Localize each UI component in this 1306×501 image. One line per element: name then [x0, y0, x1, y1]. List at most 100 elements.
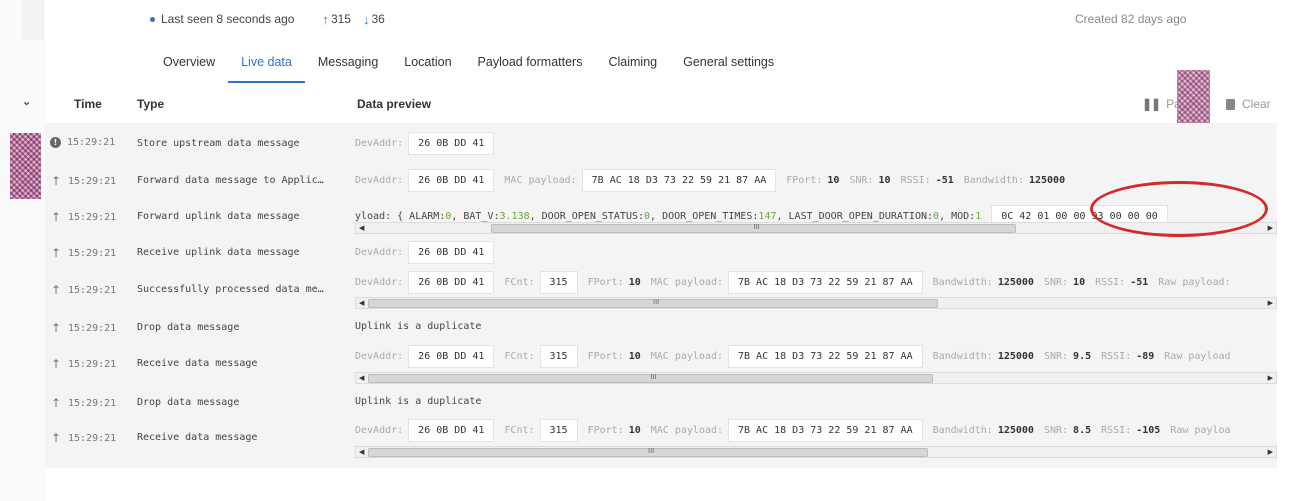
table-row[interactable]: ! 15:29:21 Store upstream data message D…	[45, 132, 1277, 158]
fcnt-value[interactable]: 315	[539, 419, 578, 442]
clear-button[interactable]: Clear	[1226, 97, 1271, 111]
table-row[interactable]: ↑ 15:29:21 Forward data message to Appli…	[45, 169, 1277, 195]
pause-icon: ❚❚	[1142, 97, 1161, 111]
scroll-left-icon[interactable]: ◀	[359, 224, 364, 232]
arrow-up-icon: ↑	[50, 321, 62, 335]
column-header-preview: Data preview	[357, 97, 432, 111]
row-type: Receive data message	[137, 432, 258, 443]
scroll-right-icon[interactable]: ▶	[1268, 448, 1273, 456]
row-type: Forward uplink data message	[137, 211, 300, 222]
mac-payload-value[interactable]: 7B AC 18 D3 73 22 59 21 87 AA	[728, 345, 923, 368]
mac-payload-value[interactable]: 7B AC 18 D3 73 22 59 21 87 AA	[728, 419, 923, 442]
row-type: Drop data message	[137, 322, 240, 333]
table-row[interactable]: ↑ 15:29:21 Receive uplink data message D…	[45, 241, 1277, 267]
scrollbar-thumb[interactable]: III	[368, 447, 928, 457]
row-time: ↑ 15:29:21	[50, 174, 117, 188]
devaddr-value[interactable]: 26 0B DD 41	[408, 169, 495, 192]
row-type: Store upstream data message	[137, 138, 300, 149]
uplink-count: 315	[330, 12, 351, 26]
row-time: ! 15:29:21	[50, 137, 115, 148]
horizontal-scrollbar[interactable]: ◀ III ▶	[355, 297, 1277, 309]
row-type: Receive uplink data message	[137, 247, 300, 258]
arrow-up-icon: ↑	[50, 246, 62, 260]
row-preview: Uplink is a duplicate	[355, 321, 491, 332]
device-status-bar: Last seen 8 seconds ago ↑ 315 ↓ 36	[150, 10, 385, 28]
grip-icon: III	[753, 223, 760, 231]
column-header-type: Type	[137, 97, 165, 111]
scrollbar-thumb[interactable]: III	[368, 373, 933, 383]
row-time: ↑ 15:29:21	[50, 321, 117, 335]
trash-icon	[1226, 98, 1235, 110]
devaddr-value[interactable]: 26 0B DD 41	[408, 345, 495, 368]
downlink-counter: ↓ 36	[363, 12, 385, 27]
row-type: Forward data message to Applic…	[137, 175, 324, 186]
row-time: ↑ 15:29:21	[50, 357, 117, 371]
devaddr-value[interactable]: 26 0B DD 41	[408, 241, 495, 264]
created-text: Created 82 days ago	[1075, 12, 1187, 26]
row-preview: DevAddr: 26 0B DD 41	[355, 241, 504, 264]
arrow-up-icon: ↑	[50, 357, 62, 371]
scroll-right-icon[interactable]: ▶	[1268, 224, 1273, 232]
scroll-left-icon[interactable]: ◀	[359, 299, 364, 307]
tab-overview[interactable]: Overview	[150, 50, 228, 83]
devaddr-value[interactable]: 26 0B DD 41	[408, 132, 495, 155]
row-preview: DevAddr: 26 0B DD 41 FCnt: 315 FPort: 10…	[355, 271, 1236, 294]
scrollbar-thumb[interactable]: III	[491, 223, 1016, 233]
scrollbar-thumb[interactable]: III	[368, 298, 938, 308]
tab-claiming[interactable]: Claiming	[595, 50, 670, 83]
arrow-up-icon: ↑	[50, 396, 62, 410]
horizontal-scrollbar[interactable]: ◀ III ▶	[355, 446, 1277, 458]
row-message: Uplink is a duplicate	[355, 396, 482, 407]
chevron-down-icon[interactable]: ⌄	[22, 95, 31, 108]
mac-payload-value[interactable]: 7B AC 18 D3 73 22 59 21 87 AA	[581, 169, 777, 192]
row-type: Drop data message	[137, 397, 240, 408]
arrow-up-icon: ↑	[50, 210, 62, 224]
table-row[interactable]: ↑ 15:29:21 Drop data message Uplink is a…	[45, 391, 1277, 415]
row-preview: DevAddr: 26 0B DD 41 MAC payload: 7B AC …	[355, 169, 1075, 192]
scroll-left-icon[interactable]: ◀	[359, 374, 364, 382]
table-row[interactable]: ↑ 15:29:21 Drop data message Uplink is a…	[45, 316, 1277, 340]
grip-icon: III	[650, 373, 657, 381]
horizontal-scrollbar[interactable]: ◀ III ▶	[355, 372, 1277, 384]
clear-label: Clear	[1242, 97, 1271, 111]
uplink-counter: ↑ 315	[322, 12, 351, 27]
row-time: ↑ 15:29:21	[50, 283, 117, 297]
row-time: ↑ 15:29:21	[50, 431, 117, 445]
gutter-block	[22, 0, 44, 40]
arrow-up-icon: ↑	[50, 431, 62, 445]
info-icon: !	[50, 137, 61, 148]
scroll-right-icon[interactable]: ▶	[1268, 374, 1273, 382]
mac-payload-value[interactable]: 7B AC 18 D3 73 22 59 21 87 AA	[728, 271, 923, 294]
row-message: Uplink is a duplicate	[355, 321, 482, 332]
tab-live-data[interactable]: Live data	[228, 50, 305, 83]
column-header-time: Time	[74, 97, 102, 111]
arrow-up-icon: ↑	[50, 174, 62, 188]
fcnt-value[interactable]: 315	[539, 345, 578, 368]
highlight-ellipse	[1090, 181, 1268, 237]
downlink-count: 36	[371, 12, 385, 26]
tab-messaging[interactable]: Messaging	[305, 50, 391, 83]
status-dot-icon	[150, 16, 155, 22]
arrow-up-icon: ↑	[50, 283, 62, 297]
row-time: ↑ 15:29:21	[50, 396, 117, 410]
row-preview: Uplink is a duplicate	[355, 396, 491, 407]
live-data-log[interactable]: ! 15:29:21 Store upstream data message D…	[45, 123, 1277, 468]
grip-icon: III	[648, 447, 655, 455]
row-time: ↑ 15:29:21	[50, 210, 117, 224]
row-preview: DevAddr: 26 0B DD 41 FCnt: 315 FPort: 10…	[355, 345, 1236, 368]
tab-payload-formatters[interactable]: Payload formatters	[465, 50, 596, 83]
scroll-left-icon[interactable]: ◀	[359, 448, 364, 456]
fcnt-value[interactable]: 315	[539, 271, 578, 294]
left-gutter	[0, 0, 45, 501]
table-header: ⌄ Time Type Data preview ❚❚ Pause Clear	[0, 90, 1306, 120]
arrow-down-icon: ↓	[362, 11, 370, 27]
devaddr-value[interactable]: 26 0B DD 41	[408, 419, 495, 442]
last-seen-text: Last seen 8 seconds ago	[161, 12, 295, 26]
row-preview: DevAddr: 26 0B DD 41 FCnt: 315 FPort: 10…	[355, 419, 1236, 442]
devaddr-value[interactable]: 26 0B DD 41	[408, 271, 495, 294]
row-preview: DevAddr: 26 0B DD 41	[355, 132, 504, 155]
tab-general-settings[interactable]: General settings	[670, 50, 787, 83]
scroll-right-icon[interactable]: ▶	[1268, 299, 1273, 307]
tab-location[interactable]: Location	[391, 50, 464, 83]
arrow-up-icon: ↑	[322, 11, 329, 27]
